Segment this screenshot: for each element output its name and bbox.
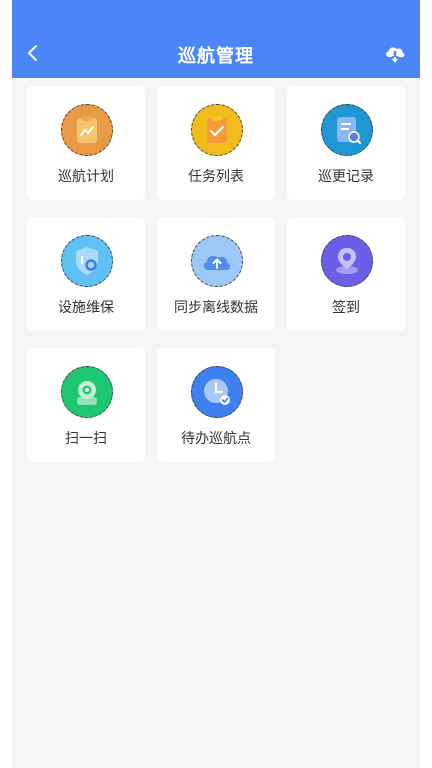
tile-facility-maintenance[interactable]: 设施维保 [27, 217, 145, 331]
tile-patrol-records[interactable]: 巡更记录 [287, 86, 405, 200]
tile-label: 任务列表 [188, 169, 244, 185]
shield-settings-icon [61, 235, 113, 287]
tile-task-list[interactable]: 任务列表 [157, 86, 275, 200]
tile-sync-offline-data[interactable]: 同步离线数据 [157, 217, 275, 331]
scan-camera-icon [61, 366, 113, 418]
tile-pending-checkpoints[interactable]: 待办巡航点 [157, 348, 275, 462]
tile-label: 签到 [332, 300, 360, 316]
header-bar: 巡航管理 [12, 0, 420, 78]
tile-label: 设施维保 [58, 300, 114, 316]
tile-scan[interactable]: 扫一扫 [27, 348, 145, 462]
tile-patrol-plan[interactable]: 巡航计划 [27, 86, 145, 200]
page-title: 巡航管理 [178, 46, 254, 67]
tile-label: 巡航计划 [58, 169, 114, 185]
tile-check-in[interactable]: 签到 [287, 217, 405, 331]
app-frame: 巡航管理 巡航计划 任务列表 巡更记录 设施维保 同步离线数据 签到 扫一扫 待… [12, 0, 420, 768]
location-pin-icon [321, 235, 373, 287]
tile-label: 待办巡航点 [181, 431, 251, 447]
clipboard-chart-icon [61, 104, 113, 156]
tile-label: 巡更记录 [318, 169, 374, 185]
document-search-icon [321, 104, 373, 156]
clock-check-icon [191, 366, 243, 418]
clipboard-check-icon [191, 104, 243, 156]
cloud-download-icon[interactable] [384, 42, 406, 64]
tile-label: 扫一扫 [65, 431, 107, 447]
tile-label: 同步离线数据 [174, 300, 258, 316]
cloud-upload-icon [191, 235, 243, 287]
